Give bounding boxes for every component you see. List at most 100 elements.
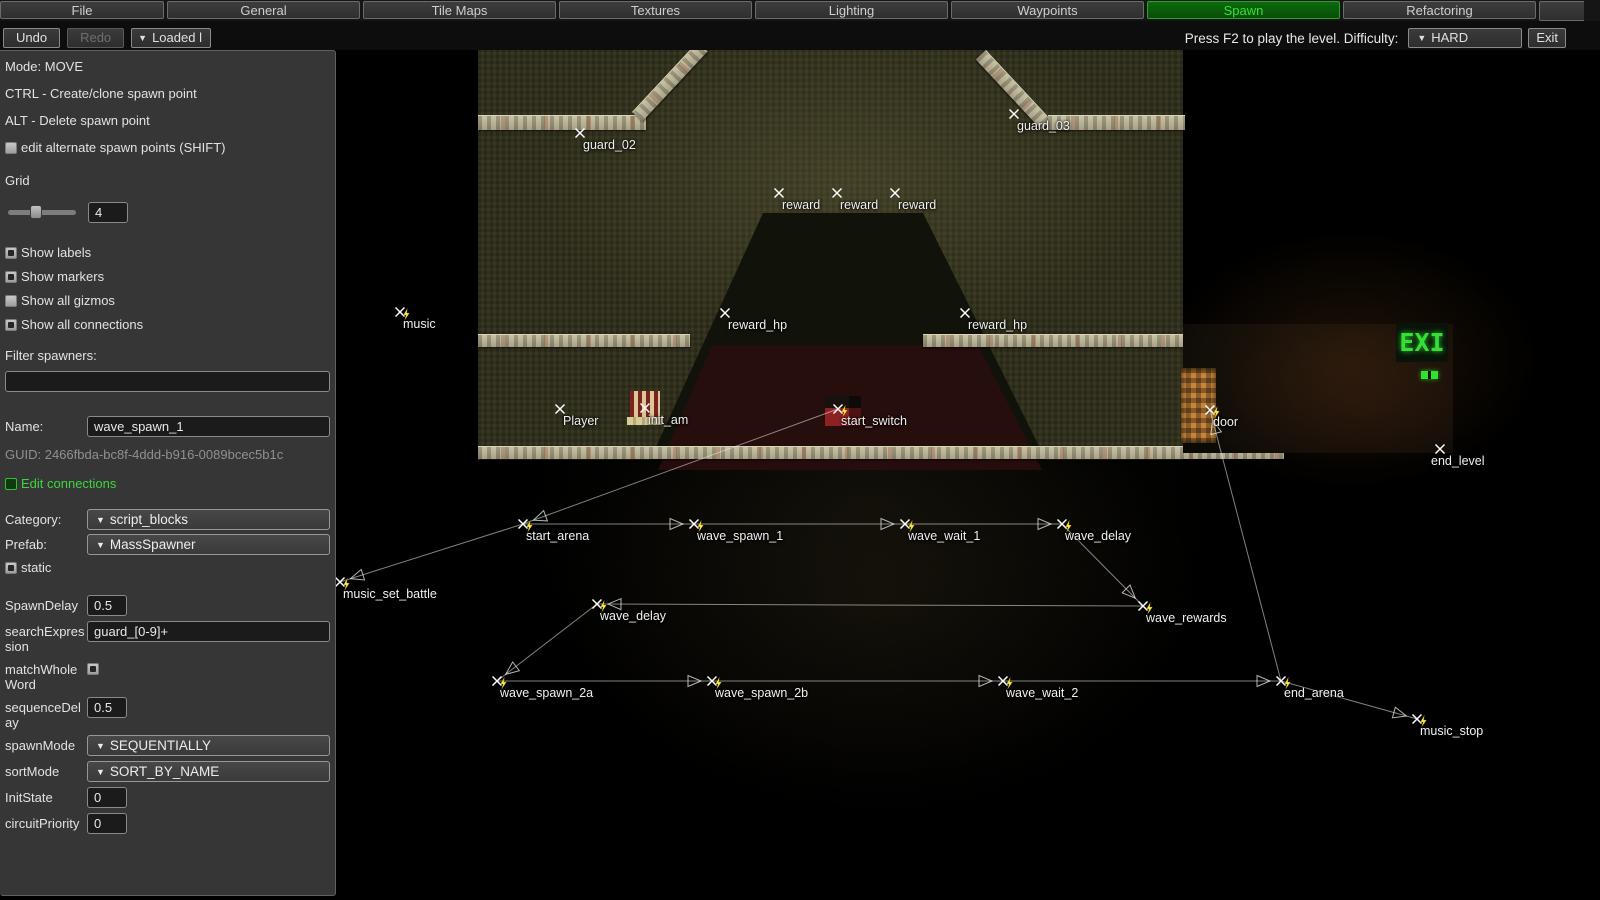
spawn-node-label-end_level: end_level [1431,454,1485,468]
spawn-node-label-player: Player [563,414,598,428]
redo-button[interactable]: Redo [67,28,124,48]
spawn-marker-x-icon[interactable] [833,189,842,198]
checkbox-label: Show all gizmos [21,293,115,308]
connection-arrowhead [350,570,364,580]
spawn-marker-x-icon[interactable] [396,308,405,317]
spawn-node-reward_hp_b[interactable] [961,309,970,318]
play-hint-text: Press F2 to play the level. Difficulty: [1185,31,1399,46]
checkbox-show-all-gizmos[interactable] [5,295,17,307]
tab-lighting[interactable]: Lighting [755,1,948,19]
spawn-node-reward_hp_a[interactable] [721,309,730,318]
spawn-node-label-music_stop: music_stop [1420,724,1483,738]
static-checkbox[interactable] [5,562,17,574]
spawn-marker-x-icon[interactable] [1413,715,1422,724]
tab-tile-maps[interactable]: Tile Maps [363,1,556,19]
guid-text: GUID: 2466fbda-bc8f-4ddd-b916-0089bcec5b… [5,447,330,462]
spawnMode-label: spawnMode [5,735,87,753]
difficulty-dropdown[interactable]: ▼ HARD [1408,28,1522,48]
grid-size-slider[interactable] [8,210,76,215]
spawn-marker-x-icon[interactable] [1436,445,1445,454]
spawn-node-label-end_arena: end_arena [1284,686,1344,700]
edit-connections-checkbox[interactable] [5,478,17,490]
spawn-node-label-guard_03: guard_03 [1017,119,1070,133]
loaded-levels-dropdown[interactable]: ▼Loaded l [131,28,211,48]
searchExpression-input[interactable] [87,621,330,642]
category-label: Category: [5,509,87,527]
InitState-input[interactable] [87,787,127,808]
SpawnDelay-input[interactable] [87,595,127,616]
prefab-dropdown[interactable]: ▼MassSpawner [87,534,330,555]
spawn-marker-x-icon[interactable] [556,405,565,414]
static-label: static [21,560,51,575]
filter-spawners-input[interactable] [5,371,330,392]
tab-spawn[interactable]: Spawn [1147,1,1340,19]
spawn-node-reward_a[interactable] [775,189,784,198]
connection-end_arena-to-door [1210,410,1281,681]
grid-label: Grid [5,173,330,188]
tab-refactoring[interactable]: Refactoring [1343,1,1536,19]
category-dropdown[interactable]: ▼script_blocks [87,509,330,530]
chevron-down-icon: ▼ [96,741,105,751]
spawn-marker-x-icon[interactable] [891,189,900,198]
spawnMode-dropdown[interactable]: ▼SEQUENTIALLY [87,735,330,756]
checkbox-show-markers[interactable] [5,271,17,283]
difficulty-value: HARD [1431,30,1468,45]
sortMode-label: sortMode [5,761,87,779]
spawn-node-label-wave_rewards: wave_rewards [1146,611,1227,625]
spawn-marker-x-icon[interactable] [961,309,970,318]
tab-partial-stub[interactable] [1539,1,1584,21]
prefab-value: MassSpawner [110,537,196,552]
InitState-label: InitState [5,787,87,805]
spawn-marker-x-icon[interactable] [336,578,345,587]
spawn-node-label-guard_02: guard_02 [583,138,636,152]
spawn-node-label-init_am: init_am [648,413,688,427]
spawn-marker-x-icon[interactable] [775,189,784,198]
spawn-node-init_am[interactable] [641,404,650,413]
spawn-node-label-reward_b: reward [840,198,878,212]
spawn-marker-x-icon[interactable] [1206,406,1215,415]
spawn-marker-x-icon[interactable] [721,309,730,318]
connection-wave_rewards-to-wave_delay_2 [597,604,1143,606]
spawn-node-reward_b[interactable] [833,189,842,198]
undo-button[interactable]: Undo [3,28,60,48]
spawn-node-player[interactable] [556,405,565,414]
name-label: Name: [5,416,87,434]
spawn-marker-x-icon[interactable] [576,129,585,138]
matchWholeWord-label: matchWholeWord [5,659,87,692]
edit-connections-label: Edit connections [21,476,116,491]
spawn-node-label-reward_hp_a: reward_hp [728,318,787,332]
grid-size-input[interactable] [88,202,128,223]
chevron-down-icon: ▼ [96,515,105,525]
spawn-node-end_level[interactable] [1436,445,1445,454]
sequenceDelay-input[interactable] [87,697,127,718]
circuitPriority-input[interactable] [87,813,127,834]
checkbox-label: Show all connections [21,317,143,332]
grid-slider-handle[interactable] [30,205,42,219]
spawn-node-reward_c[interactable] [891,189,900,198]
tab-textures[interactable]: Textures [559,1,752,19]
checkbox-show-all-connections[interactable] [5,319,17,331]
edit-alternate-spawn-label: edit alternate spawn points (SHIFT) [21,140,225,155]
matchWholeWord-checkbox[interactable] [87,663,99,675]
sequenceDelay-label: sequenceDelay [5,697,87,730]
spawn-node-label-wave_spawn_2a: wave_spawn_2a [500,686,593,700]
spawn-node-label-reward_c: reward [898,198,936,212]
spawn-node-label-wave_spawn_1: wave_spawn_1 [697,529,783,543]
tab-waypoints[interactable]: Waypoints [951,1,1144,19]
spawn-marker-x-icon[interactable] [1010,110,1019,119]
tab-general[interactable]: General [167,1,360,19]
SpawnDelay-label: SpawnDelay [5,595,87,613]
spawn-marker-x-icon[interactable] [834,405,843,414]
chevron-down-icon: ▼ [1417,33,1426,43]
tab-file[interactable]: File [0,1,164,19]
spawn-tool-panel: Mode: MOVE CTRL - Create/clone spawn poi… [0,50,336,896]
spawn-marker-x-icon[interactable] [641,404,650,413]
name-input[interactable] [87,416,330,437]
sortMode-dropdown[interactable]: ▼SORT_BY_NAME [87,761,330,782]
checkbox-show-labels[interactable] [5,247,17,259]
spawn-node-guard_02[interactable] [576,129,585,138]
spawn-node-label-door: door [1213,415,1238,429]
spawn-node-guard_03[interactable] [1010,110,1019,119]
exit-button[interactable]: Exit [1528,28,1566,48]
edit-alternate-spawn-checkbox[interactable] [5,142,17,154]
